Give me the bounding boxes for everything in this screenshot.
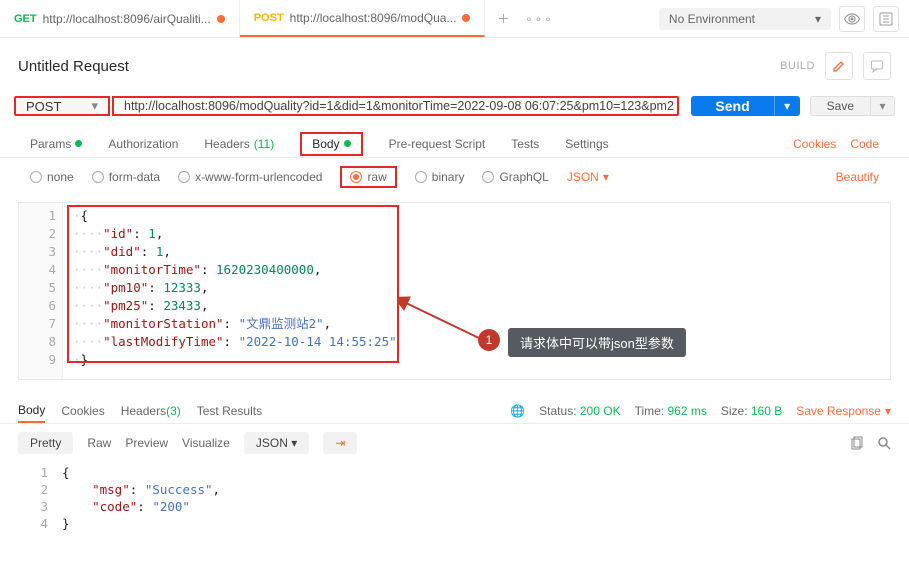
link-code[interactable]: Code [850,137,879,151]
send-button[interactable]: Send [691,96,773,116]
tab-headers[interactable]: Headers (11) [204,130,274,157]
save-response-button[interactable]: Save Response ▾ [796,404,891,418]
unsaved-dot-icon [462,14,470,22]
fmt-pretty[interactable]: Pretty [18,432,73,454]
method-value: POST [26,99,61,114]
dot-icon [344,140,351,147]
radio-icon [350,171,362,183]
globe-icon[interactable]: 🌐 [510,404,525,418]
code-content[interactable]: ·{ ····"id": 1, ····"did": 1, ····"monit… [63,203,407,379]
tab-settings[interactable]: Settings [565,130,608,157]
status-wrap: Status: 200 OK [539,404,620,418]
env-settings-button[interactable] [873,6,899,32]
label: binary [432,170,465,184]
env-label: No Environment [669,12,755,26]
radio-raw[interactable]: raw [340,166,396,188]
label: Headers [204,137,249,151]
unsaved-dot-icon [217,15,225,23]
body-type-select[interactable]: JSON ▾ [567,170,609,184]
save-button[interactable]: Save [810,96,871,116]
tab-post[interactable]: POST http://localhost:8096/modQua... [240,0,486,37]
tab-authorization[interactable]: Authorization [108,130,178,157]
send-dropdown[interactable]: ▾ [774,96,800,116]
resp-type-select[interactable]: JSON ▾ [244,432,309,454]
size-wrap: Size: 160 B [721,404,782,418]
response-body[interactable]: 1234 { "msg": "Success", "code": "200" } [18,462,891,534]
label: none [47,170,74,184]
resp-tab-tests[interactable]: Test Results [197,398,262,423]
sliders-icon [879,12,893,26]
headers-count: (3) [166,404,181,418]
build-label: BUILD [780,60,815,72]
label: JSON [567,170,599,184]
label: raw [367,170,386,184]
annotation-number: 1 [478,329,500,351]
edit-button[interactable] [825,52,853,80]
tab-params[interactable]: Params [30,130,82,157]
pencil-icon [832,59,846,73]
env-preview-button[interactable] [839,6,865,32]
label: form-data [109,170,160,184]
resp-gutter: 1234 [18,462,54,534]
annotation-text: 请求体中可以带json型参数 [508,328,686,357]
resp-tab-cookies[interactable]: Cookies [61,398,104,423]
resp-tab-headers[interactable]: Headers (3) [121,398,181,423]
radio-none[interactable]: none [30,170,74,184]
copy-button[interactable] [851,436,865,450]
search-button[interactable] [877,436,891,450]
tab-label-1: http://localhost:8096/airQualiti... [43,12,211,26]
environment-select[interactable]: No Environment ▾ [659,8,831,30]
link-cookies[interactable]: Cookies [793,137,836,151]
radio-graphql[interactable]: GraphQL [482,170,548,184]
save-dropdown[interactable]: ▾ [871,96,895,116]
label: Body [312,137,339,151]
tab-get[interactable]: GET http://localhost:8096/airQualiti... [0,0,240,37]
tab-prerequest[interactable]: Pre-request Script [389,130,486,157]
tab-method-get: GET [14,13,37,25]
radio-xwww[interactable]: x-www-form-urlencoded [178,170,322,184]
copy-icon [851,436,865,450]
radio-icon [178,171,190,183]
beautify-button[interactable]: Beautify [836,170,879,184]
comment-icon [870,59,884,73]
chevron-down-icon: ▾ [885,404,891,418]
search-icon [877,436,891,450]
add-tab-button[interactable]: ＋ [485,10,521,27]
headers-count: (11) [254,137,274,151]
resp-tab-body[interactable]: Body [18,398,45,423]
resp-content: { "msg": "Success", "code": "200" } [54,462,228,534]
tab-more-button[interactable]: ∘∘∘ [521,12,557,26]
comments-button[interactable] [863,52,891,80]
tab-method-post: POST [254,12,284,24]
chevron-down-icon: ▾ [815,12,821,26]
radio-icon [482,171,494,183]
tab-body[interactable]: Body [300,132,362,156]
fmt-preview[interactable]: Preview [125,436,168,450]
method-select[interactable]: POST ▾ [14,96,110,116]
radio-formdata[interactable]: form-data [92,170,160,184]
label: Headers [121,404,166,418]
radio-icon [30,171,42,183]
radio-icon [415,171,427,183]
url-input[interactable]: http://localhost:8096/modQuality?id=1&di… [112,96,679,116]
fmt-raw[interactable]: Raw [87,436,111,450]
time-wrap: Time: 962 ms [635,404,707,418]
fmt-visualize[interactable]: Visualize [182,436,230,450]
tab-label-2: http://localhost:8096/modQua... [290,11,457,25]
label: Params [30,137,71,151]
dot-icon [75,140,82,147]
chevron-down-icon: ▾ [603,170,609,184]
label: x-www-form-urlencoded [195,170,322,184]
radio-icon [92,171,104,183]
wrap-toggle[interactable]: ⇥ [323,432,357,454]
tab-tests[interactable]: Tests [511,130,539,157]
label: JSON [256,436,288,450]
request-body-editor[interactable]: 123456789 ·{ ····"id": 1, ····"did": 1, … [18,202,891,380]
chevron-down-icon: ▾ [91,98,98,114]
line-gutter: 123456789 [19,203,63,379]
request-title[interactable]: Untitled Request [18,58,129,75]
label: GraphQL [499,170,548,184]
radio-binary[interactable]: binary [415,170,465,184]
eye-icon [844,13,860,25]
